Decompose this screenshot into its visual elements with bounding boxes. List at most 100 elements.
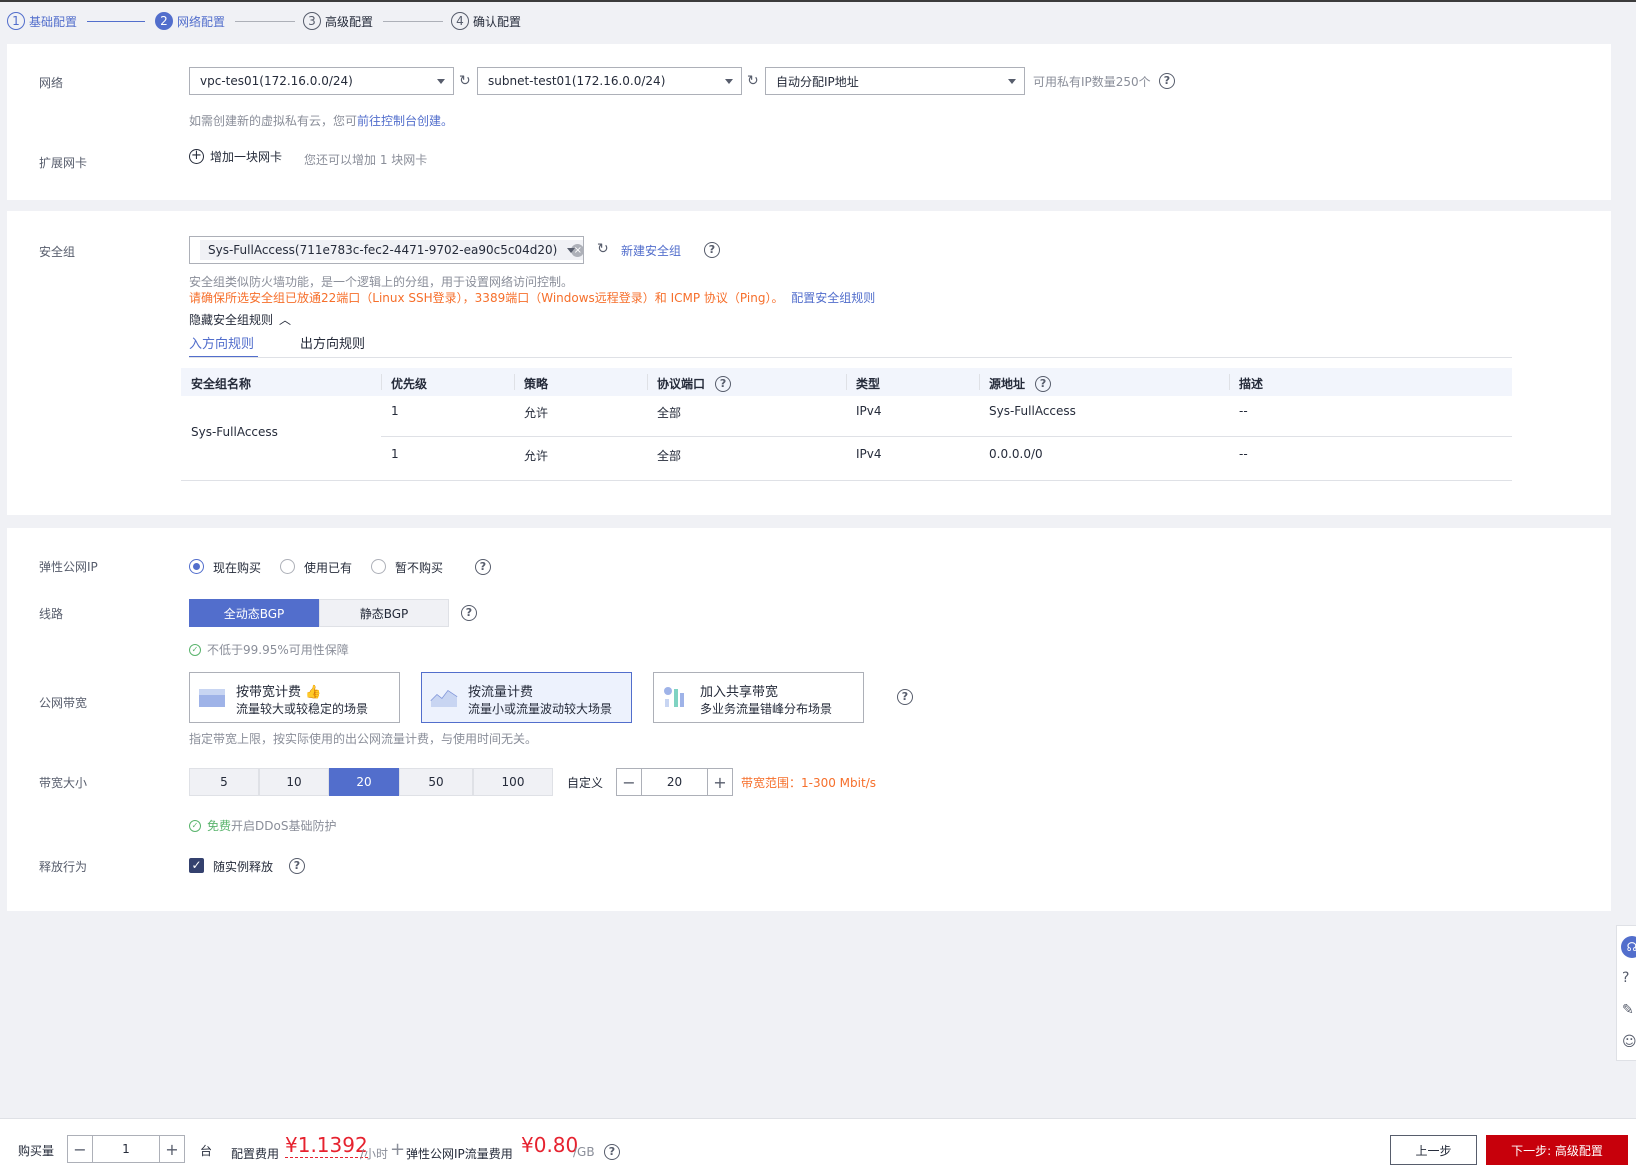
help-icon[interactable]: ? (289, 858, 305, 874)
eip-label: 弹性公网IP (39, 560, 98, 574)
toggle-rules-button[interactable]: 隐藏安全组规则 ︿ (189, 311, 291, 328)
refresh-icon[interactable]: ↻ (747, 74, 759, 88)
release-checkbox[interactable]: ✓ (189, 858, 204, 873)
refresh-icon[interactable]: ↻ (597, 242, 609, 256)
quantity-label: 购买量 (18, 1144, 55, 1158)
bandwidth-card-by-bandwidth[interactable]: 按带宽计费 👍 流量较大或较稳定的场景 (189, 672, 400, 723)
eip-option-label[interactable]: 使用已有 (304, 559, 352, 576)
card-title: 按流量计费 (468, 685, 534, 700)
create-security-group-link[interactable]: 新建安全组 (621, 242, 681, 259)
table-bottom-border (181, 480, 1512, 481)
bw-option-100[interactable]: 100 (473, 768, 553, 796)
col-separator (979, 374, 980, 390)
step-basic-config[interactable]: 1 基础配置 (7, 12, 77, 30)
help-circle-icon[interactable]: ? (1622, 970, 1629, 986)
toggle-rules-label: 隐藏安全组规则 (189, 313, 274, 327)
eip-buy-now-radio[interactable] (189, 559, 204, 574)
config-fee-price[interactable]: ¥1.1392 (285, 1133, 368, 1158)
bw-custom-stepper[interactable]: − 20 + (616, 768, 733, 796)
help-icon[interactable]: ? (715, 375, 732, 392)
col-group-name: 安全组名称 (191, 377, 252, 391)
col-source: 源地址 ? (989, 375, 1052, 392)
step-number: 2 (155, 12, 173, 30)
help-icon[interactable]: ? (475, 559, 491, 575)
bw-size-label: 带宽大小 (39, 776, 88, 790)
help-icon[interactable]: ? (897, 689, 913, 705)
bw-option-5[interactable]: 5 (189, 768, 259, 796)
protocol-cell: 全部 (657, 449, 682, 463)
shared-bandwidth-icon (664, 687, 684, 707)
config-fee-unit: /小时 (360, 1147, 389, 1161)
eip-use-existing-radio[interactable] (280, 559, 295, 574)
chevron-down-icon (567, 248, 575, 253)
line-full-bgp-button[interactable]: 全动态BGP (189, 599, 319, 627)
bw-option-10[interactable]: 10 (259, 768, 329, 796)
vpc-hint-text: 如需创建新的虚拟私有云，您可 (189, 114, 358, 128)
security-group-card: 安全组 Sys-FullAccess(711e783c-fec2-4471-97… (7, 211, 1611, 515)
plus-icon[interactable]: + (708, 769, 732, 795)
line-static-bgp-button[interactable]: 静态BGP (319, 599, 449, 627)
bw-option-50[interactable]: 50 (399, 768, 473, 796)
quantity-stepper[interactable]: − 1 + (67, 1135, 185, 1163)
help-icon[interactable]: ? (1035, 375, 1052, 392)
create-vpc-link[interactable]: 前往控制台创建。 (357, 114, 453, 128)
bw-option-20[interactable]: 20 (329, 768, 399, 796)
eip-fee-price: ¥0.80 (521, 1133, 579, 1157)
source-link[interactable]: Sys-FullAccess (989, 404, 1076, 418)
smile-icon[interactable]: ☺ (1622, 1034, 1636, 1050)
minus-icon[interactable]: − (68, 1136, 92, 1162)
bandwidth-card-by-traffic[interactable]: 按流量计费 流量小或流量波动较大场景 (421, 672, 632, 723)
edit-icon[interactable]: ✎ (1622, 1002, 1634, 1018)
minus-icon[interactable]: − (617, 769, 641, 795)
ext-nic-hint: 您还可以增加 1 块网卡 (304, 153, 428, 167)
ip-mode-select[interactable]: 自动分配IP地址 (765, 67, 1025, 95)
bandwidth-card-shared[interactable]: 加入共享带宽 多业务流量错峰分布场景 (653, 672, 864, 723)
desc-cell: -- (1239, 447, 1248, 461)
col-separator (846, 374, 847, 390)
chevron-down-icon (1008, 79, 1016, 84)
eip-option-label[interactable]: 暂不购买 (395, 559, 443, 576)
help-icon[interactable]: ? (461, 605, 477, 621)
group-name-cell: Sys-FullAccess (191, 425, 278, 439)
policy-cell: 允许 (524, 449, 549, 463)
step-confirm-config[interactable]: 4 确认配置 (451, 12, 521, 30)
tab-inbound-rules[interactable]: 入方向规则 (189, 333, 254, 352)
prev-button[interactable]: 上一步 (1390, 1135, 1477, 1165)
quantity-value[interactable]: 1 (92, 1136, 160, 1162)
bottom-bar: 购买量 − 1 + 台 配置费用 ¥1.1392 /小时 + 弹性公网IP流量费… (0, 1118, 1636, 1174)
step-label: 确认配置 (473, 14, 522, 29)
config-fee-label: 配置费用 (231, 1147, 280, 1161)
col-separator (647, 374, 648, 390)
step-label: 网络配置 (177, 14, 226, 29)
row-divider (381, 436, 1512, 437)
tab-outbound-rules[interactable]: 出方向规则 (300, 333, 365, 352)
eip-not-buy-radio[interactable] (371, 559, 386, 574)
plus-icon[interactable]: + (160, 1136, 184, 1162)
security-group-select[interactable]: Sys-FullAccess(711e783c-fec2-4471-9702-e… (189, 236, 584, 264)
bandwidth-note: 指定带宽上限，按实际使用的出公网流量计费，与使用时间无关。 (189, 732, 538, 746)
config-rules-link[interactable]: 配置安全组规则 (791, 291, 875, 305)
subnet-select[interactable]: subnet-test01(172.16.0.0/24) (477, 67, 742, 95)
help-icon[interactable]: ? (1159, 73, 1175, 89)
vpc-select[interactable]: vpc-tes01(172.16.0.0/24) (189, 67, 454, 95)
step-connector (235, 21, 295, 22)
network-label: 网络 (39, 76, 64, 90)
step-number: 3 (303, 12, 321, 30)
bw-custom-value[interactable]: 20 (641, 769, 708, 795)
col-protocol-label: 协议端口 (657, 377, 706, 391)
release-checkbox-label[interactable]: 随实例释放 (213, 858, 273, 875)
step-network-config[interactable]: 2 网络配置 (155, 12, 225, 30)
help-icon[interactable]: ? (604, 1144, 620, 1160)
vpc-hint: 如需创建新的虚拟私有云，您可前往控制台创建。 (189, 112, 453, 129)
refresh-icon[interactable]: ↻ (459, 74, 471, 88)
step-advanced-config[interactable]: 3 高级配置 (303, 12, 373, 30)
col-type: 类型 (856, 377, 881, 391)
security-rules-table: 安全组名称 优先级 策略 协议端口 ? 类型 源地址 ? 描述 Sys-Full… (181, 368, 1512, 481)
next-button[interactable]: 下一步: 高级配置 (1486, 1135, 1628, 1165)
eip-option-label[interactable]: 现在购买 (213, 559, 261, 576)
eip-card: 弹性公网IP 现在购买 使用已有 暂不购买 ? 线路 全动态BGP 静态BGP … (7, 528, 1611, 911)
headset-icon[interactable]: ☊ (1621, 936, 1636, 958)
help-icon[interactable]: ? (704, 242, 720, 258)
policy-cell: 允许 (524, 406, 549, 420)
add-nic-button[interactable]: + 增加一块网卡 (189, 148, 282, 165)
